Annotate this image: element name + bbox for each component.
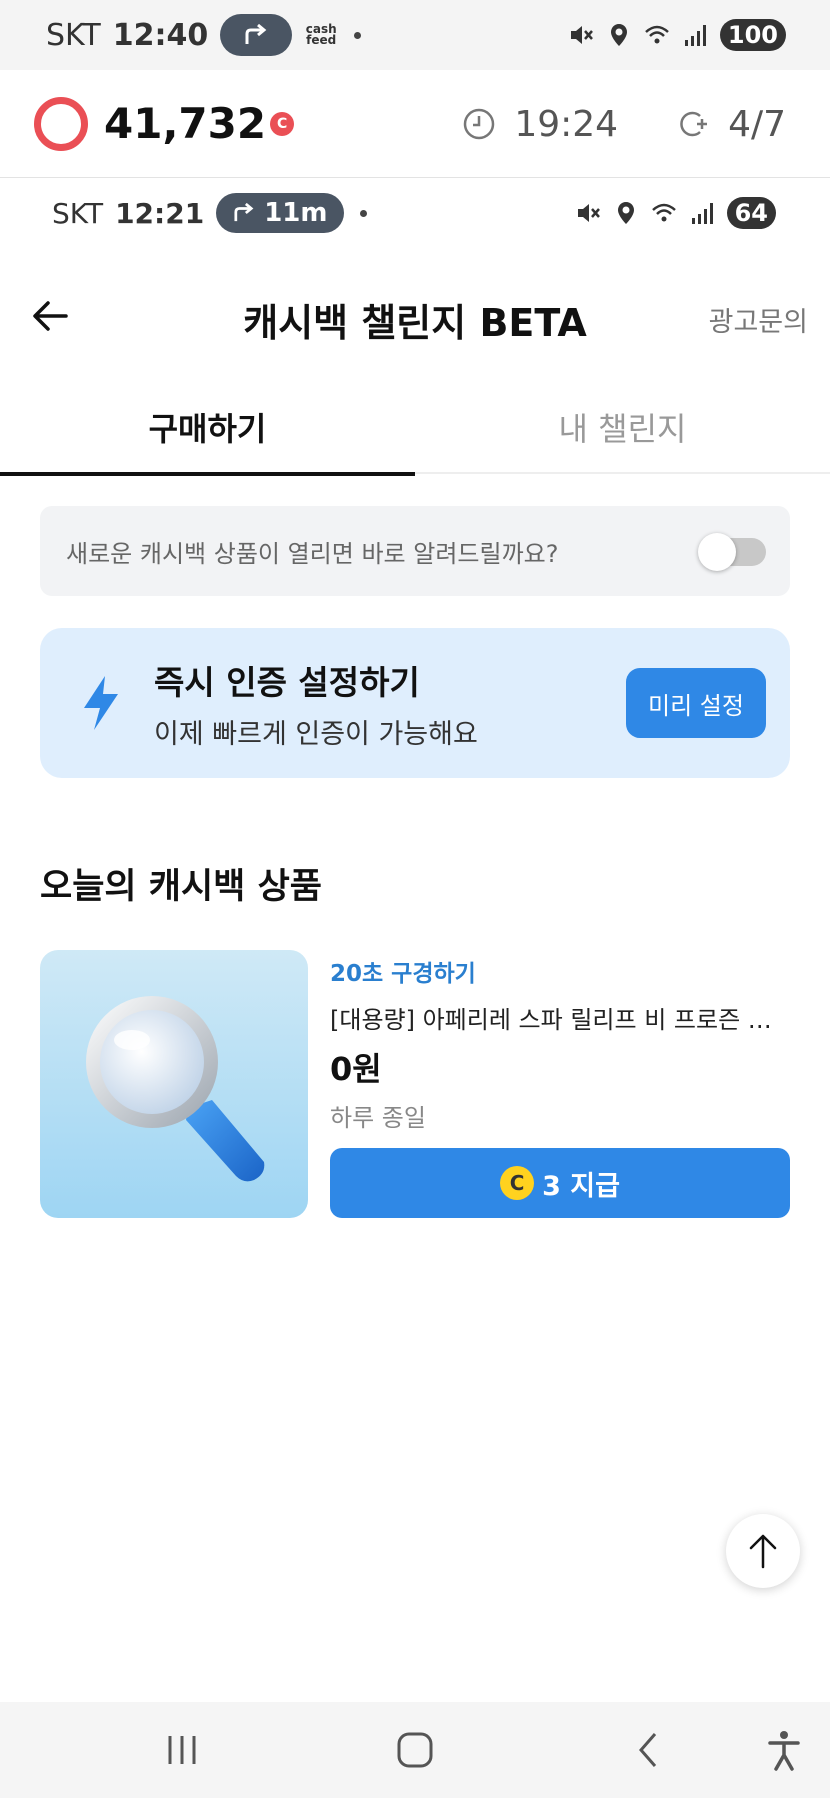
timer-value: 19:24 bbox=[514, 103, 619, 145]
outer-status-bar: SKT 12:40 cash feed 100 bbox=[0, 0, 830, 70]
mute-icon bbox=[570, 26, 593, 44]
status-icons: 64 bbox=[575, 178, 776, 248]
coin-plus-icon bbox=[680, 111, 708, 137]
status-icons: 100 bbox=[568, 0, 786, 70]
magnifier-icon bbox=[86, 996, 265, 1182]
signal-icon bbox=[691, 203, 713, 224]
reward-button[interactable]: C 3 지급 bbox=[330, 1148, 790, 1218]
location-icon bbox=[617, 202, 634, 224]
mute-icon bbox=[577, 204, 600, 222]
home-icon bbox=[397, 1732, 433, 1768]
scroll-top-button[interactable] bbox=[726, 1514, 800, 1588]
instant-auth-card: 즉시 인증 설정하기 이제 빠르게 인증이 가능해요 미리 설정 bbox=[40, 628, 790, 778]
notify-row: 새로운 캐시백 상품이 열리면 바로 알려드릴까요? bbox=[40, 506, 790, 596]
location-icon bbox=[610, 24, 627, 46]
back-chevron-icon bbox=[639, 1733, 657, 1767]
forward-arrow-icon bbox=[245, 24, 267, 44]
call-forward-pill bbox=[220, 14, 293, 56]
product-price: 0원 bbox=[330, 1050, 382, 1088]
page-header: 캐시백 챌린지 BETA 광고문의 bbox=[0, 270, 830, 366]
tab-my-challenge[interactable]: 내 챌린지 bbox=[415, 380, 830, 474]
product-image[interactable] bbox=[40, 950, 308, 1218]
auth-title: 즉시 인증 설정하기 bbox=[154, 663, 420, 702]
lightning-bolt-icon bbox=[84, 676, 118, 730]
call-forward-pill: 11m bbox=[216, 193, 344, 233]
recent-apps-icon bbox=[168, 1736, 196, 1764]
notify-toggle[interactable] bbox=[698, 533, 766, 571]
progress-ring-icon[interactable] bbox=[34, 96, 88, 151]
ad-inquiry-link[interactable]: 광고문의 bbox=[709, 300, 808, 339]
points-header: 41,732 C 19:24 4/7 bbox=[0, 70, 830, 178]
arrow-up-icon bbox=[749, 1534, 777, 1569]
count-value: 4/7 bbox=[728, 103, 786, 145]
carrier-label: SKT bbox=[52, 196, 104, 230]
points-value: 41,732 bbox=[104, 99, 267, 148]
section-title: 오늘의 캐시백 상품 bbox=[40, 867, 322, 907]
forward-arrow-icon bbox=[234, 203, 254, 222]
clock-time: 12:40 bbox=[112, 17, 209, 53]
notification-dot-icon bbox=[359, 209, 367, 217]
toggle-knob bbox=[698, 533, 736, 571]
points-stats: 19:24 4/7 bbox=[462, 70, 786, 178]
auth-subtitle: 이제 빠르게 인증이 가능해요 bbox=[154, 719, 478, 750]
product-name[interactable]: [대용량] 아페리레 스파 릴리프 비 프로즌 빙하… bbox=[330, 1000, 790, 1035]
tab-bar: 구매하기 내 챌린지 bbox=[0, 380, 830, 476]
recent-apps-button[interactable] bbox=[154, 1722, 210, 1778]
signal-icon bbox=[684, 25, 706, 46]
inner-status-bar: SKT 12:21 11m 64 bbox=[0, 178, 830, 248]
coin-icon: C bbox=[500, 1166, 535, 1200]
notification-dot-icon bbox=[354, 31, 362, 39]
page-title: 캐시백 챌린지 BETA bbox=[243, 301, 587, 345]
tab-purchase[interactable]: 구매하기 bbox=[0, 380, 415, 476]
reward-label: 3 지급 bbox=[542, 1170, 620, 1202]
wifi-icon bbox=[651, 203, 676, 222]
clock-icon bbox=[464, 108, 495, 140]
cashfeed-logo: cash feed bbox=[305, 22, 337, 47]
carrier-label: SKT bbox=[46, 17, 101, 53]
clock-time: 12:21 bbox=[115, 196, 205, 230]
preset-button[interactable]: 미리 설정 bbox=[626, 668, 766, 738]
product-period: 하루 종일 bbox=[330, 1104, 426, 1132]
product-tag: 20초 구경하기 bbox=[330, 961, 476, 987]
back-button[interactable] bbox=[620, 1722, 676, 1778]
battery-indicator: 100 bbox=[719, 19, 786, 51]
notify-text: 새로운 캐시백 상품이 열리면 바로 알려드릴까요? bbox=[66, 539, 559, 568]
accessibility-button[interactable] bbox=[756, 1722, 812, 1778]
wifi-icon bbox=[645, 25, 669, 44]
coin-badge-icon: C bbox=[270, 111, 295, 136]
accessibility-icon bbox=[768, 1731, 800, 1771]
home-button[interactable] bbox=[387, 1722, 443, 1778]
pill-duration: 11m bbox=[264, 198, 328, 228]
battery-indicator: 64 bbox=[726, 197, 776, 229]
system-nav-bar bbox=[0, 1702, 830, 1798]
